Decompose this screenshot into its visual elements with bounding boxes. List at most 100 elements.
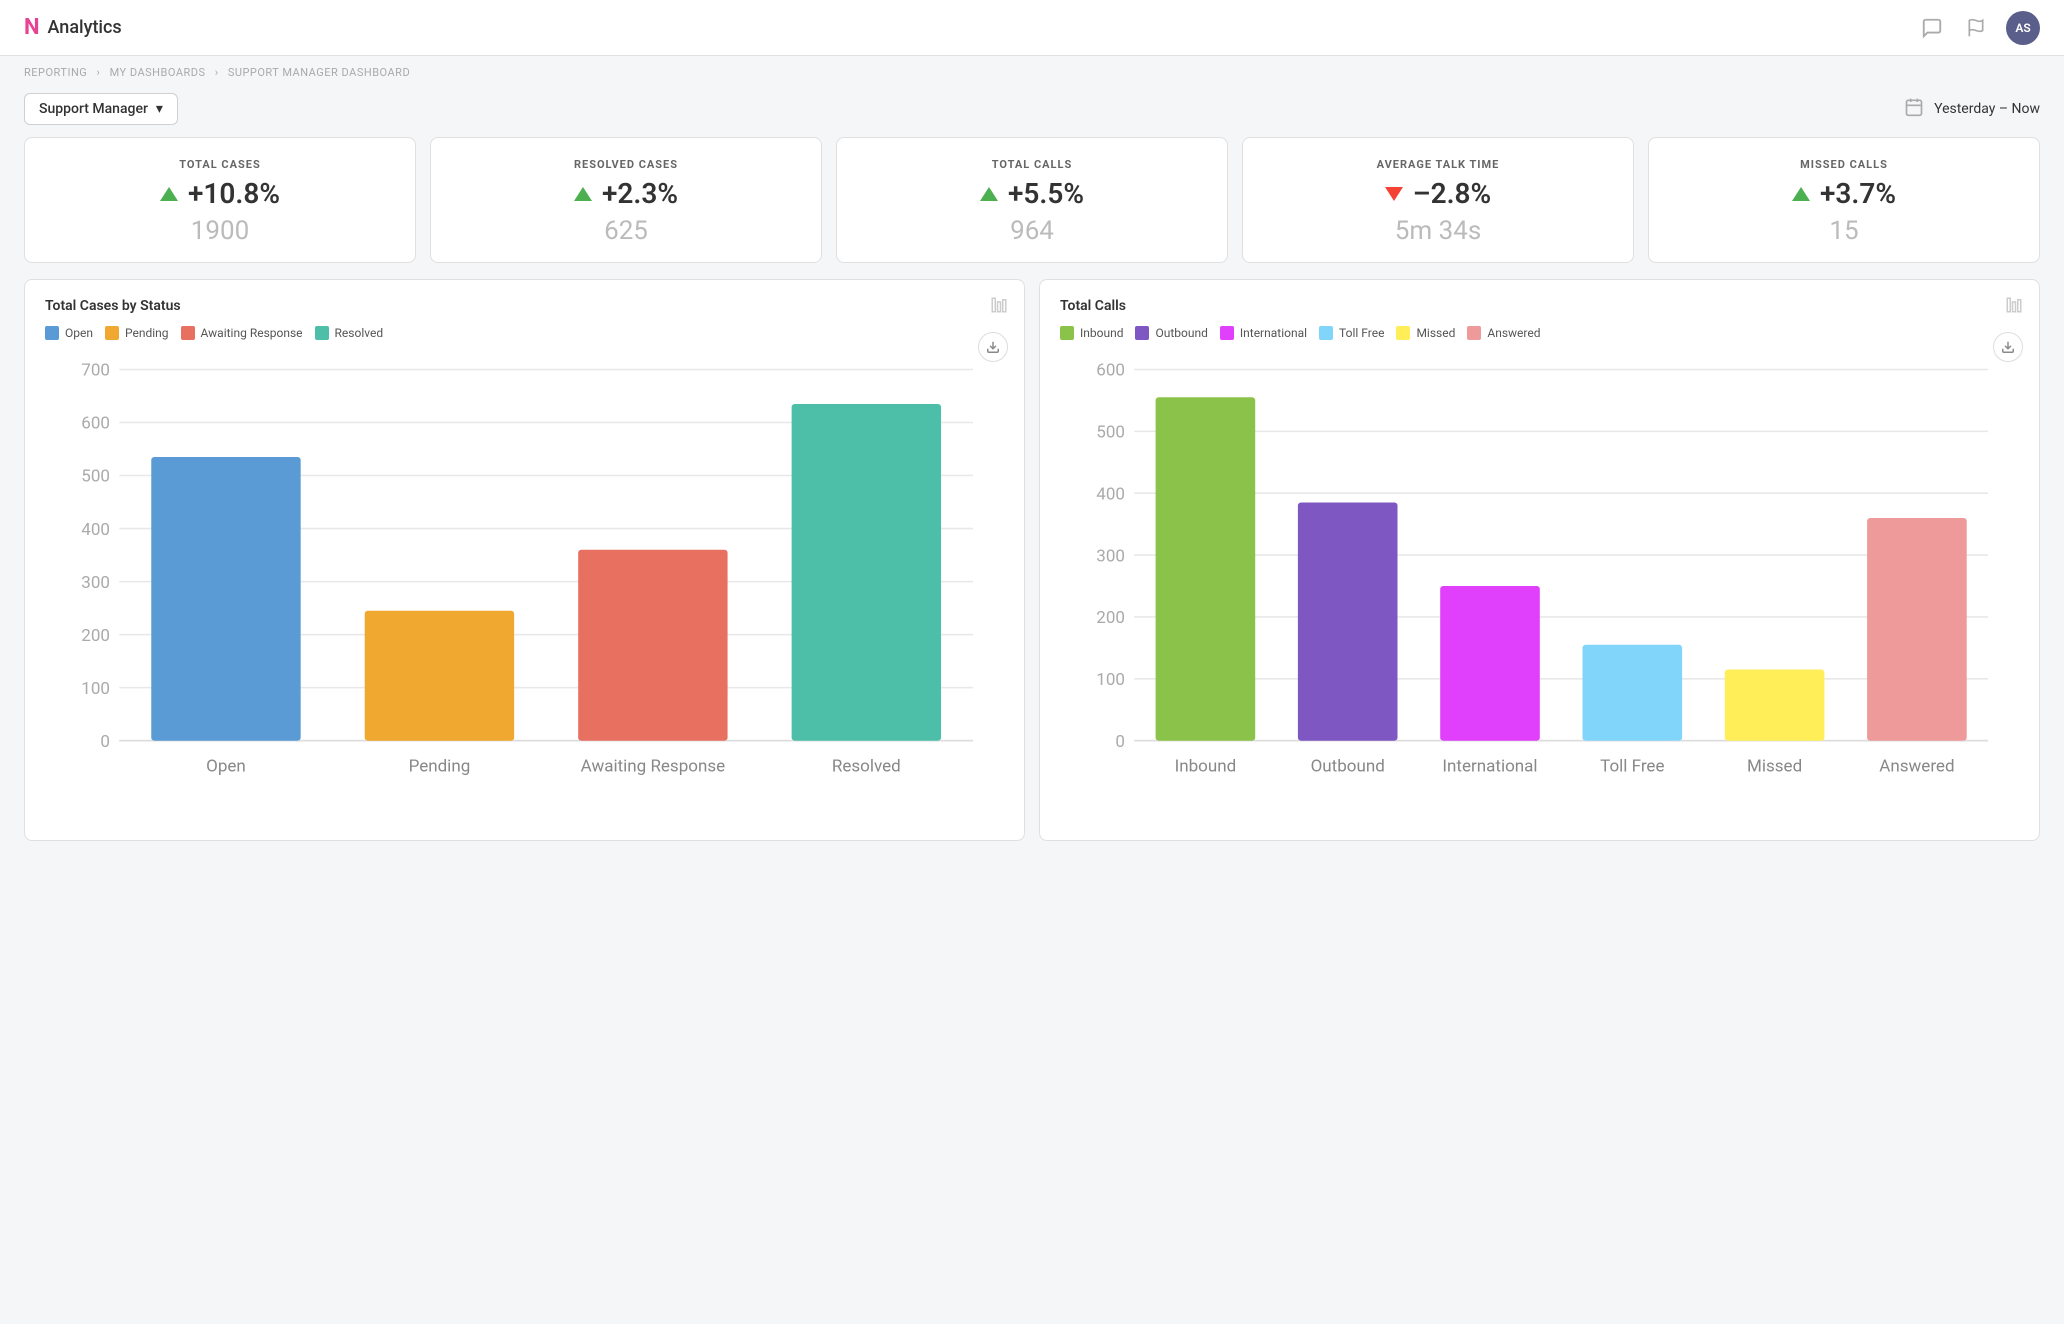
dropdown-arrow-icon: ▾ (156, 101, 163, 117)
date-range-picker[interactable]: Yesterday – Now (1904, 97, 2040, 122)
legend-item: Answered (1467, 326, 1540, 340)
legend-item: Outbound (1135, 326, 1207, 340)
kpi-label: TOTAL CALLS (992, 158, 1072, 171)
bar (1440, 586, 1540, 741)
kpi-value: 15 (1829, 216, 1858, 246)
calendar-icon (1904, 97, 1924, 122)
cases-chart-card: Total Cases by Status Open Pending Awaitin… (24, 279, 1025, 841)
kpi-value: 625 (604, 216, 648, 246)
svg-text:200: 200 (81, 626, 110, 646)
kpi-value: 964 (1010, 216, 1054, 246)
legend-label: Toll Free (1339, 326, 1384, 340)
up-arrow-icon (980, 187, 998, 201)
legend-color-dot (1467, 326, 1481, 340)
dashboard-name: Support Manager (39, 101, 148, 117)
calls-download-button[interactable] (1993, 332, 2023, 362)
bar-label: Answered (1879, 757, 1954, 777)
svg-text:600: 600 (1096, 361, 1125, 381)
legend-color-dot (181, 326, 195, 340)
cases-chart-menu-icon[interactable] (990, 296, 1008, 319)
bar-label: Inbound (1175, 757, 1237, 777)
bar-label: Toll Free (1600, 757, 1664, 777)
bar-label: Pending (409, 757, 471, 777)
cases-download-button[interactable] (978, 332, 1008, 362)
up-arrow-icon (160, 187, 178, 201)
up-arrow-icon (574, 187, 592, 201)
svg-text:0: 0 (1115, 732, 1125, 752)
bar (1583, 645, 1683, 741)
kpi-change-row: +3.7% (1792, 177, 1896, 210)
calls-chart-menu-icon[interactable] (2005, 296, 2023, 319)
legend-label: Inbound (1080, 326, 1123, 340)
legend-item: Resolved (315, 326, 384, 340)
legend-label: Missed (1416, 326, 1455, 340)
kpi-value: 5m 34s (1395, 216, 1482, 246)
breadcrumb-dashboards: MY DASHBOARDS (110, 66, 206, 79)
kpi-card-3: AVERAGE TALK TIME –2.8% 5m 34s (1242, 137, 1634, 263)
svg-text:500: 500 (1096, 423, 1125, 443)
legend-item: Pending (105, 326, 169, 340)
user-avatar[interactable]: AS (2006, 11, 2040, 45)
bar (1867, 518, 1967, 741)
legend-label: Awaiting Response (201, 326, 303, 340)
chat-icon[interactable] (1918, 14, 1946, 42)
app-header: N Analytics AS (0, 0, 2064, 56)
date-range-label: Yesterday – Now (1934, 101, 2040, 117)
bar-label: International (1442, 757, 1537, 777)
legend-item: Toll Free (1319, 326, 1384, 340)
bar (578, 550, 727, 741)
svg-text:300: 300 (1096, 546, 1125, 566)
svg-text:300: 300 (81, 573, 110, 593)
legend-item: Missed (1396, 326, 1455, 340)
cases-legend: Open Pending Awaiting Response Resolved (45, 326, 1004, 340)
legend-item: Open (45, 326, 93, 340)
calls-chart-title: Total Calls (1060, 298, 2019, 314)
cases-chart-svg: 0100200300400500600700OpenPendingAwaitin… (45, 354, 1004, 822)
bar (792, 404, 941, 741)
legend-label: Answered (1487, 326, 1540, 340)
svg-text:400: 400 (81, 520, 110, 540)
legend-item: Inbound (1060, 326, 1123, 340)
legend-label: International (1240, 326, 1307, 340)
charts-row: Total Cases by Status Open Pending Awaitin… (0, 279, 2064, 865)
legend-color-dot (1060, 326, 1074, 340)
header-left: N Analytics (24, 15, 122, 40)
svg-text:500: 500 (81, 467, 110, 487)
bar-label: Outbound (1311, 757, 1385, 777)
legend-color-dot (1396, 326, 1410, 340)
kpi-percentage: +10.8% (188, 177, 280, 210)
toolbar: Support Manager ▾ Yesterday – Now (0, 85, 2064, 137)
kpi-card-1: RESOLVED CASES +2.3% 625 (430, 137, 822, 263)
kpi-label: TOTAL CASES (179, 158, 261, 171)
bar-label: Missed (1747, 757, 1802, 777)
bar-label: Awaiting Response (581, 757, 726, 777)
legend-label: Pending (125, 326, 169, 340)
bar (365, 611, 514, 741)
calls-chart-svg: 0100200300400500600InboundOutboundIntern… (1060, 354, 2019, 822)
kpi-label: AVERAGE TALK TIME (1377, 158, 1500, 171)
bar (1298, 502, 1398, 740)
legend-label: Outbound (1155, 326, 1207, 340)
dashboard-selector[interactable]: Support Manager ▾ (24, 93, 178, 125)
kpi-label: RESOLVED CASES (574, 158, 678, 171)
cases-chart-title: Total Cases by Status (45, 298, 1004, 314)
svg-text:600: 600 (81, 414, 110, 434)
svg-text:100: 100 (1096, 670, 1125, 690)
legend-label: Open (65, 326, 93, 340)
app-title: Analytics (48, 17, 122, 38)
legend-color-dot (1135, 326, 1149, 340)
svg-text:0: 0 (100, 732, 110, 752)
flag-icon[interactable] (1962, 14, 1990, 42)
kpi-change-row: –2.8% (1385, 177, 1491, 210)
legend-item: International (1220, 326, 1307, 340)
kpi-card-0: TOTAL CASES +10.8% 1900 (24, 137, 416, 263)
down-arrow-icon (1385, 187, 1403, 201)
header-right: AS (1918, 11, 2040, 45)
kpi-percentage: +5.5% (1008, 177, 1084, 210)
kpi-change-row: +10.8% (160, 177, 280, 210)
svg-text:100: 100 (81, 679, 110, 699)
legend-item: Awaiting Response (181, 326, 303, 340)
breadcrumb-current: SUPPORT MANAGER DASHBOARD (228, 66, 410, 79)
kpi-row: TOTAL CASES +10.8% 1900 RESOLVED CASES +… (0, 137, 2064, 279)
kpi-label: MISSED CALLS (1800, 158, 1888, 171)
